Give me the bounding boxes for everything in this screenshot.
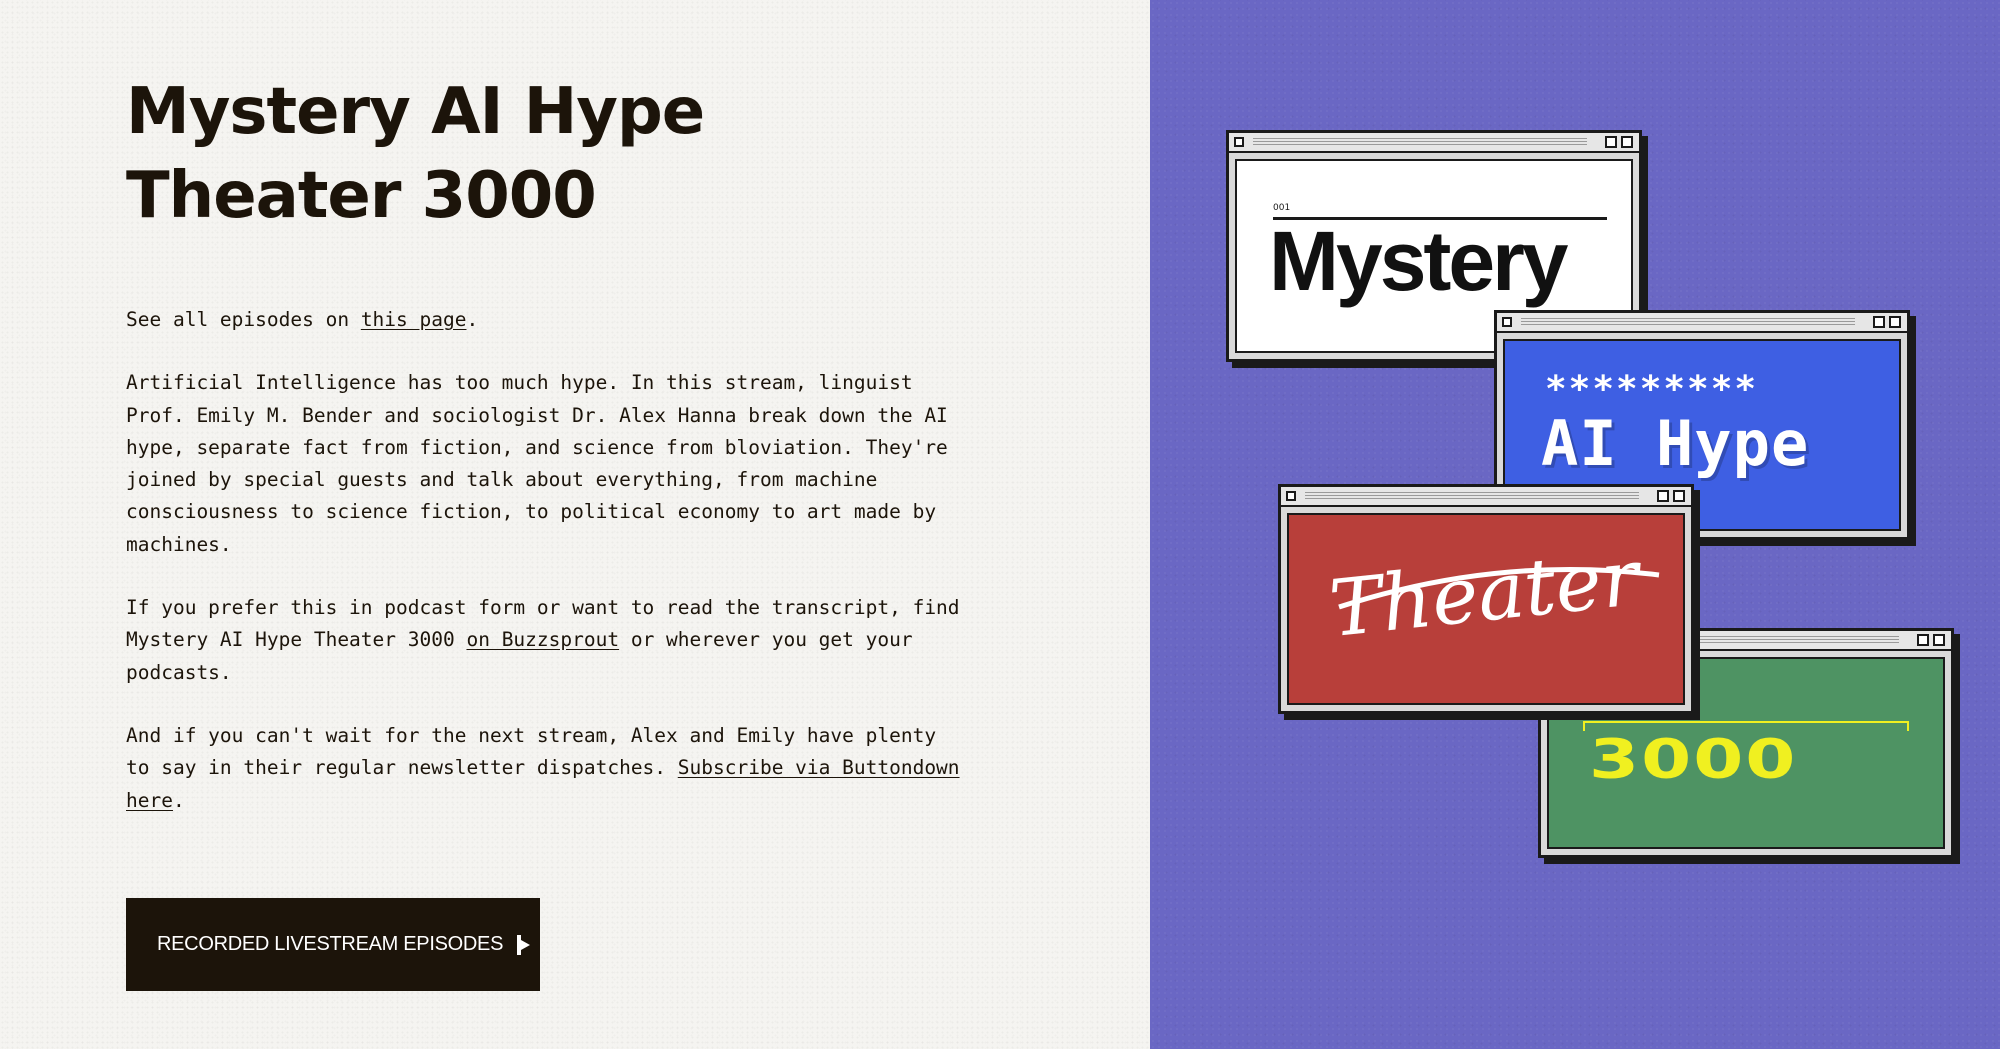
window-close-icon bbox=[1286, 491, 1296, 501]
cta-label: RECORDED LIVESTREAM EPISODES bbox=[157, 933, 504, 955]
podcast-paragraph: If you prefer this in podcast form or wa… bbox=[126, 592, 966, 689]
intro-text: See all episodes on bbox=[126, 308, 361, 331]
window-minimize-icon bbox=[1657, 490, 1669, 502]
newsletter-suffix: . bbox=[172, 788, 185, 812]
window-titlebar bbox=[1497, 313, 1907, 333]
description: See all episodes on this page. Artificia… bbox=[126, 304, 966, 848]
window-maximize-icon bbox=[1621, 136, 1633, 148]
content-panel: Mystery AI Hype Theater 3000 See all epi… bbox=[0, 0, 1150, 1049]
intro-suffix: . bbox=[466, 308, 479, 331]
window-minimize-icon bbox=[1917, 634, 1929, 646]
theater-word: Theater bbox=[1325, 533, 1644, 655]
window-maximize-icon bbox=[1933, 634, 1945, 646]
window-titlebar bbox=[1229, 133, 1639, 153]
newsletter-paragraph: And if you can't wait for the next strea… bbox=[126, 720, 966, 817]
window-close-icon bbox=[1502, 317, 1512, 327]
theater-window-content: Theater bbox=[1287, 513, 1685, 705]
ai-hype-word: AI Hype bbox=[1541, 407, 1810, 480]
buzzsprout-link[interactable]: on Buzzsprout bbox=[466, 628, 619, 651]
intro-paragraph: See all episodes on this page. bbox=[126, 304, 966, 336]
theater-window: Theater bbox=[1278, 484, 1694, 714]
3000-word: 3000 bbox=[1589, 727, 1798, 790]
about-paragraph: Artificial Intelligence has too much hyp… bbox=[126, 371, 948, 556]
titlebar-stripes bbox=[1521, 318, 1855, 325]
window-maximize-icon bbox=[1889, 316, 1901, 328]
mystery-word: Mystery bbox=[1269, 214, 1569, 308]
window-titlebar bbox=[1281, 487, 1691, 507]
window-maximize-icon bbox=[1673, 490, 1685, 502]
this-page-link[interactable]: this page bbox=[361, 308, 467, 331]
window-minimize-icon bbox=[1605, 136, 1617, 148]
titlebar-stripes bbox=[1305, 492, 1639, 499]
window-close-icon bbox=[1234, 137, 1244, 147]
window-minimize-icon bbox=[1873, 316, 1885, 328]
stars-row: ********* bbox=[1545, 369, 1759, 410]
mystery-number: 001 bbox=[1273, 203, 1291, 213]
titlebar-stripes bbox=[1253, 138, 1587, 145]
recorded-livestream-episodes-button[interactable]: RECORDED LIVESTREAM EPISODES bbox=[126, 898, 540, 991]
page-title: Mystery AI Hype Theater 3000 bbox=[126, 75, 705, 233]
arrow-right-icon bbox=[517, 934, 531, 955]
